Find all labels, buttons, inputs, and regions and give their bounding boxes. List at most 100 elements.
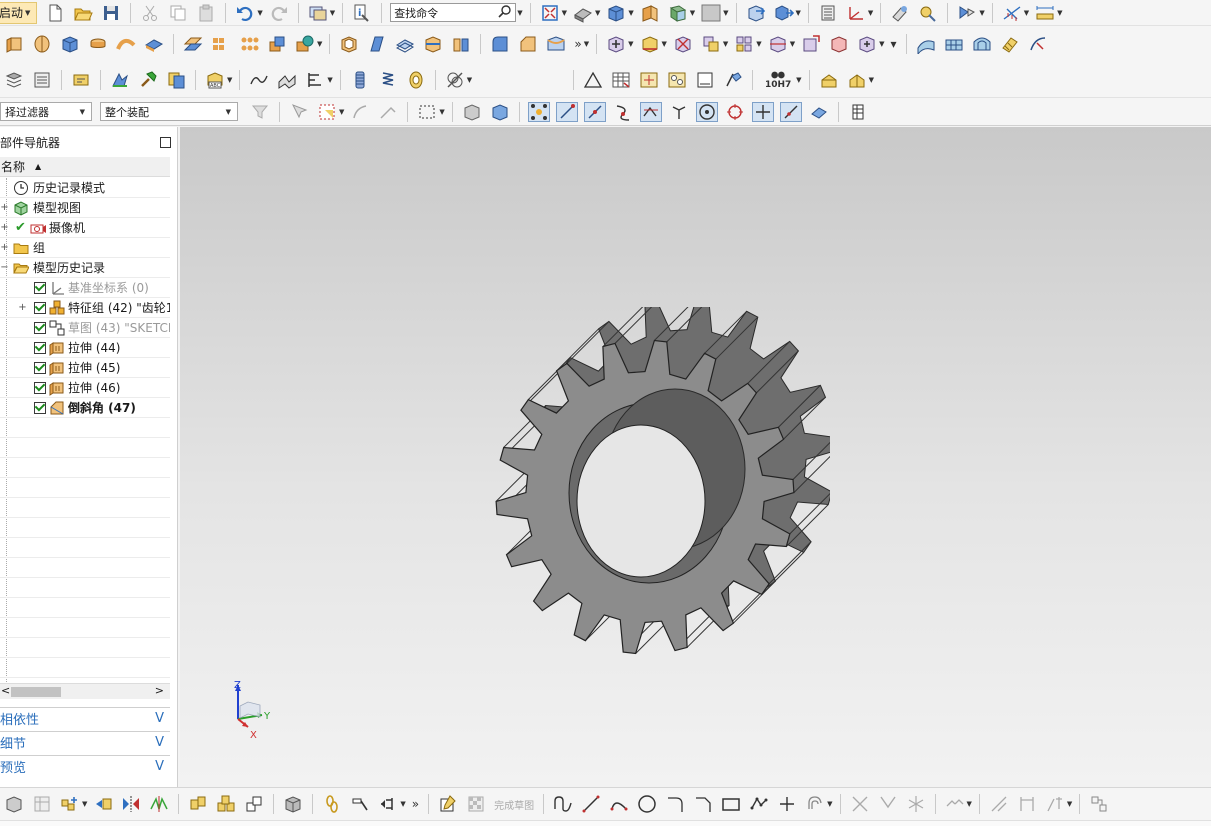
scroll-left-icon[interactable]: < [1,684,10,697]
select-edge-icon[interactable] [377,102,399,122]
chevron-down-icon[interactable]: ▼ [517,9,522,17]
chevron-down-icon[interactable]: ▼ [227,76,232,84]
datum-plane-icon[interactable] [182,34,204,54]
chevron-down-icon[interactable]: ▼ [327,76,332,84]
overflow-button[interactable]: » [574,37,581,51]
tree-node[interactable]: 历史记录模式 [0,178,170,198]
drawing-sheet-icon[interactable] [694,70,716,90]
weld-point-icon[interactable] [846,70,868,90]
measure-distance-icon[interactable] [1034,3,1056,23]
feature-checkbox[interactable] [34,381,46,394]
arc-icon[interactable] [608,794,630,814]
assembly-sequence-icon[interactable] [828,34,850,54]
spring-icon[interactable] [349,70,371,90]
pick-icon[interactable] [349,794,371,814]
polygon-icon[interactable] [748,794,770,814]
add-part-icon[interactable] [59,794,81,814]
scroll-thumb[interactable] [11,687,61,697]
snap-center-icon[interactable] [695,101,718,122]
expand-icon[interactable]: + [0,202,9,213]
snap-point-on-curve-icon[interactable] [779,101,802,122]
profile-icon[interactable] [552,794,574,814]
new-component-icon[interactable] [639,34,661,54]
replace-component-icon[interactable] [700,34,722,54]
info-icon[interactable]: i [351,3,373,23]
chevron-down-icon[interactable]: ▼ [584,40,589,48]
mirror-assembly-icon[interactable] [672,34,694,54]
component-group-icon[interactable] [215,794,237,814]
circle-icon[interactable] [636,794,658,814]
mirror-geometry-icon[interactable] [148,794,170,814]
quick-trim-icon[interactable] [849,794,871,814]
rectangle-icon[interactable] [720,794,742,814]
feature-checkbox[interactable] [34,301,46,314]
compression-spring-icon[interactable] [377,70,399,90]
block-icon[interactable] [59,34,81,54]
selection-intent-icon[interactable] [956,3,978,23]
chevron-down-icon[interactable]: ▼ [562,9,567,17]
snap-quadrant-icon[interactable] [724,102,746,122]
component-array-icon[interactable] [733,34,755,54]
expand-icon[interactable]: + [18,302,27,313]
feature-checkbox[interactable] [34,281,46,294]
window-icon[interactable] [307,3,329,23]
point-set-icon[interactable] [638,70,660,90]
orient-view-icon[interactable] [605,3,627,23]
feature-checkbox[interactable] [34,341,46,354]
face-blend-icon[interactable] [545,34,567,54]
surface-mesh-icon[interactable] [943,34,965,54]
panel-dependencies[interactable]: 相依性 V [0,707,170,729]
cylinder-icon[interactable] [87,34,109,54]
assembly-icon[interactable] [3,794,25,814]
overflow-button[interactable]: » [412,797,419,811]
select-region-icon[interactable] [316,102,338,122]
chevron-down-icon[interactable]: ▼ [868,9,873,17]
chevron-down-icon[interactable]: ▼ [628,40,633,48]
chevron-down-icon[interactable]: ▼ [869,76,874,84]
overflow-button[interactable]: ▾ [890,37,896,51]
chamfer-sketch-icon[interactable] [692,794,714,814]
unite-icon[interactable] [266,34,288,54]
horizontal-scrollbar[interactable]: < > [0,683,170,699]
paste-icon[interactable] [195,3,217,23]
section-view-icon[interactable] [639,3,661,23]
new-file-icon[interactable] [44,3,66,23]
edit-object-display-icon[interactable] [889,3,911,23]
quick-extend-icon[interactable] [877,794,899,814]
gear-model[interactable] [470,307,830,667]
expression-icon[interactable] [31,70,53,90]
feature-checkbox[interactable] [34,321,46,334]
show-hide-icon[interactable] [917,3,939,23]
sew-icon[interactable] [999,34,1021,54]
tree-node[interactable]: + 组 [0,238,170,258]
undo-icon[interactable] [234,3,256,23]
chevron-down-icon[interactable]: ▼ [317,40,322,48]
visible-check-icon[interactable]: ✔ [15,220,26,235]
snap-midpoint-icon[interactable] [583,101,606,122]
move-part-icon[interactable] [92,794,114,814]
chevron-down-icon[interactable]: ▼ [723,40,728,48]
trim-body-icon[interactable] [422,34,444,54]
snap-enable-icon[interactable] [527,101,550,122]
snap-arc-center-icon[interactable] [668,102,690,122]
start-menu-button[interactable]: 启动 ▼ [0,1,38,24]
edge-blend-icon[interactable] [489,34,511,54]
wave-geometry-icon[interactable] [187,794,209,814]
thicken-icon[interactable] [143,34,165,54]
rendering-style-icon[interactable] [572,3,594,23]
chamfer-tool-icon[interactable] [517,34,539,54]
chevron-down-icon[interactable]: ▼ [439,108,444,116]
clearance-analysis-icon[interactable] [444,70,466,90]
geometric-constraint-icon[interactable] [988,794,1010,814]
chevron-down-icon[interactable]: ▼ [1024,9,1029,17]
snap-endpoint-icon[interactable] [555,101,578,122]
shell-icon[interactable] [338,34,360,54]
trim-sheet-icon[interactable] [1027,34,1049,54]
chevron-down-icon[interactable]: ▼ [257,9,262,17]
fit-view-icon[interactable] [539,3,561,23]
attribute-icon[interactable] [70,70,92,90]
wcs-icon[interactable] [845,3,867,23]
chevron-down-icon[interactable]: ▼ [756,40,761,48]
scroll-right-icon[interactable]: > [155,684,164,697]
select-body-icon[interactable] [461,102,483,122]
